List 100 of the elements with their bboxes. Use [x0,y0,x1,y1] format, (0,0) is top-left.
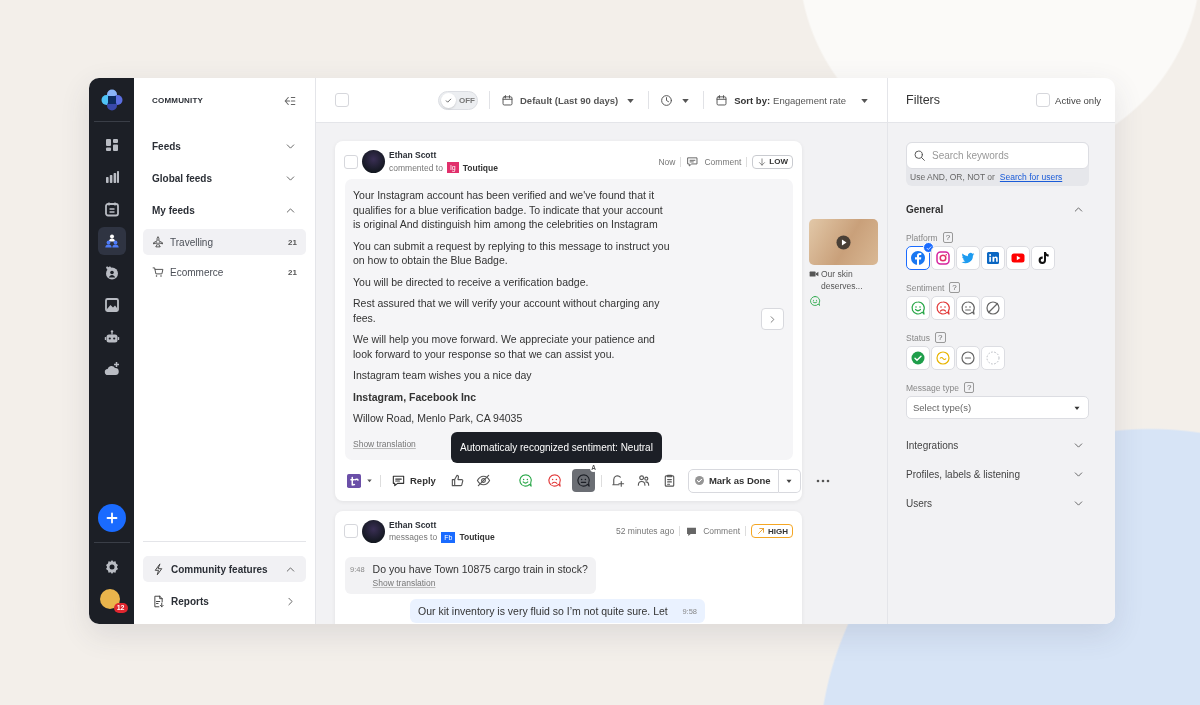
filter-label: Status [906,332,931,343]
sentiment-filter[interactable] [906,296,930,320]
facebook-icon [910,250,926,266]
feed-count: 21 [288,267,297,277]
face-icon [960,300,976,316]
cloud-icon [103,361,120,377]
help-badge[interactable]: ? [942,232,954,243]
action-text: messages to [389,532,438,542]
post-time: 52 minutes ago [616,526,675,536]
section-header[interactable]: Profiles, labels & listening [906,460,1089,489]
tooltip: Automaticaly recognized sentiment: Neutral [451,432,662,463]
preview-caption: Our skin deserves... [821,268,864,292]
help-badge[interactable]: ? [949,282,960,293]
status-filter[interactable] [956,346,980,370]
linkedin-icon [985,250,1001,266]
section-header[interactable]: Users [906,489,1089,518]
priority-label: HIGH [768,526,788,536]
section-header[interactable]: Community features [143,556,306,582]
show-translation-link[interactable]: Show translation [372,577,588,588]
section-header[interactable]: Global feeds [143,162,306,194]
message-paragraph: Your Instagram account has been verified and we've found that it qualifies for a blue verification badge. To indicate that your account is original And distinguish him among the celebrities on Instagram [353,188,664,232]
caret-icon [365,476,374,485]
add-button[interactable] [97,504,126,532]
nav-button[interactable] [97,227,126,255]
circle-slash-icon [985,300,1001,316]
instagram-icon [935,250,951,266]
calendar-icon [103,201,120,217]
cart-icon [152,266,164,278]
feed-item[interactable]: Travelling 21 [143,229,306,255]
help-badge[interactable]: ? [963,382,975,393]
account-name[interactable]: Toutique [459,532,495,542]
message-paragraph: We will help you move forward. We appreciate your patience and look forward to your response so that we can assist you. [353,332,656,361]
avatar [362,150,385,173]
show-translation-link[interactable]: Show translation [353,438,416,449]
feed-label: Travelling [170,236,214,248]
sentiment-filter[interactable] [931,296,955,320]
app-icon [347,473,361,488]
bird-icon [960,250,976,266]
more-icon [815,478,830,483]
face-icon [575,473,591,488]
message-text: Our kit inventory is very fluid so I’m not quite sure. Let [418,604,669,617]
video-thumbnail[interactable] [809,219,878,265]
image-icon [103,297,120,313]
comment-icon [391,473,406,488]
toggle-switch[interactable]: OFF [438,90,478,110]
search-icon [913,149,926,162]
message-paragraph: Instagram team wishes you a nice day [353,368,533,383]
eye-slash-icon [476,473,492,488]
priority-label: LOW [769,157,788,166]
date-range-dropdown[interactable]: Default (Last 90 days) [501,93,638,107]
sidebar-title: COMMUNITY [152,96,204,105]
mark-as-done-button[interactable]: Mark as Done [687,468,779,493]
filter-label: Platform [906,232,938,243]
check-icon [441,92,456,108]
feed-item[interactable]: Ecommerce 21 [143,259,306,285]
app-logo[interactable] [100,88,123,111]
section-header[interactable]: Integrations [906,431,1089,460]
feed-label: Ecommerce [170,266,225,278]
message-type-select[interactable]: Select type(s) [906,396,1089,419]
bar-chart-icon [103,169,120,185]
post-checkbox[interactable] [344,524,358,538]
plane-icon [152,236,164,248]
section-header[interactable]: General [906,196,1089,222]
message-type: Comment [703,526,740,536]
post-checkbox[interactable] [344,154,358,169]
face-icon [935,300,951,316]
select-all-checkbox[interactable] [335,93,349,107]
robot-icon [103,329,120,345]
author-name[interactable]: Ethan Scott [389,150,498,160]
section-header[interactable]: My feeds [143,194,306,226]
clock-icon [660,93,674,107]
account-name[interactable]: Toutique [462,162,498,173]
panel-title: Filters [906,93,941,107]
message-paragraph: You will be directed to receive a verification badge. [353,274,590,289]
sentiment-filter[interactable] [956,296,980,320]
people-icon [636,473,652,488]
status-filter[interactable] [906,346,930,370]
message-text: Do you have Town 10875 cargo train in stock? [372,562,588,575]
action-text: commented to [389,162,443,173]
filter-label: Message type [906,382,959,393]
reports-link[interactable]: Reports [143,588,306,614]
search-field[interactable]: Search keywords [906,142,1089,169]
face-icon [809,295,821,307]
hint-text: Use AND, OR, NOT or [910,172,995,182]
help-badge[interactable]: ? [935,332,946,343]
sort-dropdown[interactable]: Sort by: Engagement rate [715,93,868,107]
section-header[interactable]: Feeds [143,130,306,162]
author-name[interactable]: Ethan Scott [389,519,495,530]
active-only-checkbox[interactable] [1036,93,1051,107]
search-users-link[interactable]: Search for users [999,172,1063,182]
message-paragraph: You can submit a request by replying to this message to instruct you on how to obtain the Blue Badge. [353,238,671,268]
message-type: Comment [704,156,742,167]
avatar [362,519,385,543]
play-icon [836,234,851,250]
feed-count: 21 [288,237,297,247]
video-camera-icon [809,269,819,279]
reply-button[interactable]: Reply [387,469,442,492]
document-icon [152,594,165,608]
sentiment-filter[interactable] [981,296,1005,320]
thumbs-up-icon [450,473,466,488]
